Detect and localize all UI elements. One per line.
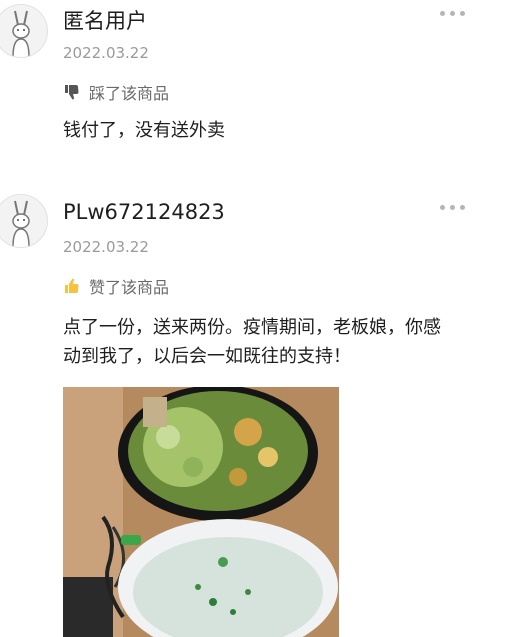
more-dot-icon xyxy=(450,10,455,16)
thumbs-down-icon xyxy=(65,85,79,100)
review-text: 钱付了，没有送外卖 xyxy=(63,120,225,141)
rating-status: 踩了该商品 xyxy=(63,80,169,104)
rating-status: 赞了该商品 xyxy=(63,274,169,298)
kangaroo-avatar-icon xyxy=(12,200,30,247)
more-options-button[interactable] xyxy=(440,6,480,20)
rating-label: 踩了该商品 xyxy=(89,84,170,103)
more-dot-icon xyxy=(440,204,445,210)
rating-label: 赞了该商品 xyxy=(89,278,170,297)
review-text-line: 动到我了，以后会一如既往的支持！ xyxy=(63,346,351,367)
kangaroo-avatar-icon xyxy=(12,10,30,57)
review-date: 2022.03.22 xyxy=(63,44,149,62)
username: PLw672124823 xyxy=(63,200,225,224)
thumbs-up-icon xyxy=(65,278,79,293)
review-text: 点了一份，送来两份。疫情期间，老板娘，你感 动到我了，以后会一如既往的支持！ xyxy=(63,313,503,371)
review-photo[interactable] xyxy=(63,387,339,637)
more-dot-icon xyxy=(440,10,445,16)
more-dot-icon xyxy=(460,10,465,16)
review-item-1: 匿名用户 2022.03.22 踩了该商品 钱付了，没有送外卖 xyxy=(0,0,530,190)
user-avatar[interactable] xyxy=(0,194,48,248)
review-item-2: PLw672124823 2022.03.22 赞了该商品 点了一份，送来两份。… xyxy=(0,190,530,637)
food-photo-image xyxy=(63,387,339,637)
more-dot-icon xyxy=(450,204,455,210)
review-text-line: 点了一份，送来两份。疫情期间，老板娘，你感 xyxy=(63,317,441,338)
review-date: 2022.03.22 xyxy=(63,238,149,256)
username: 匿名用户 xyxy=(63,9,147,33)
user-avatar[interactable] xyxy=(0,4,48,58)
more-options-button[interactable] xyxy=(440,200,480,214)
more-dot-icon xyxy=(460,204,465,210)
